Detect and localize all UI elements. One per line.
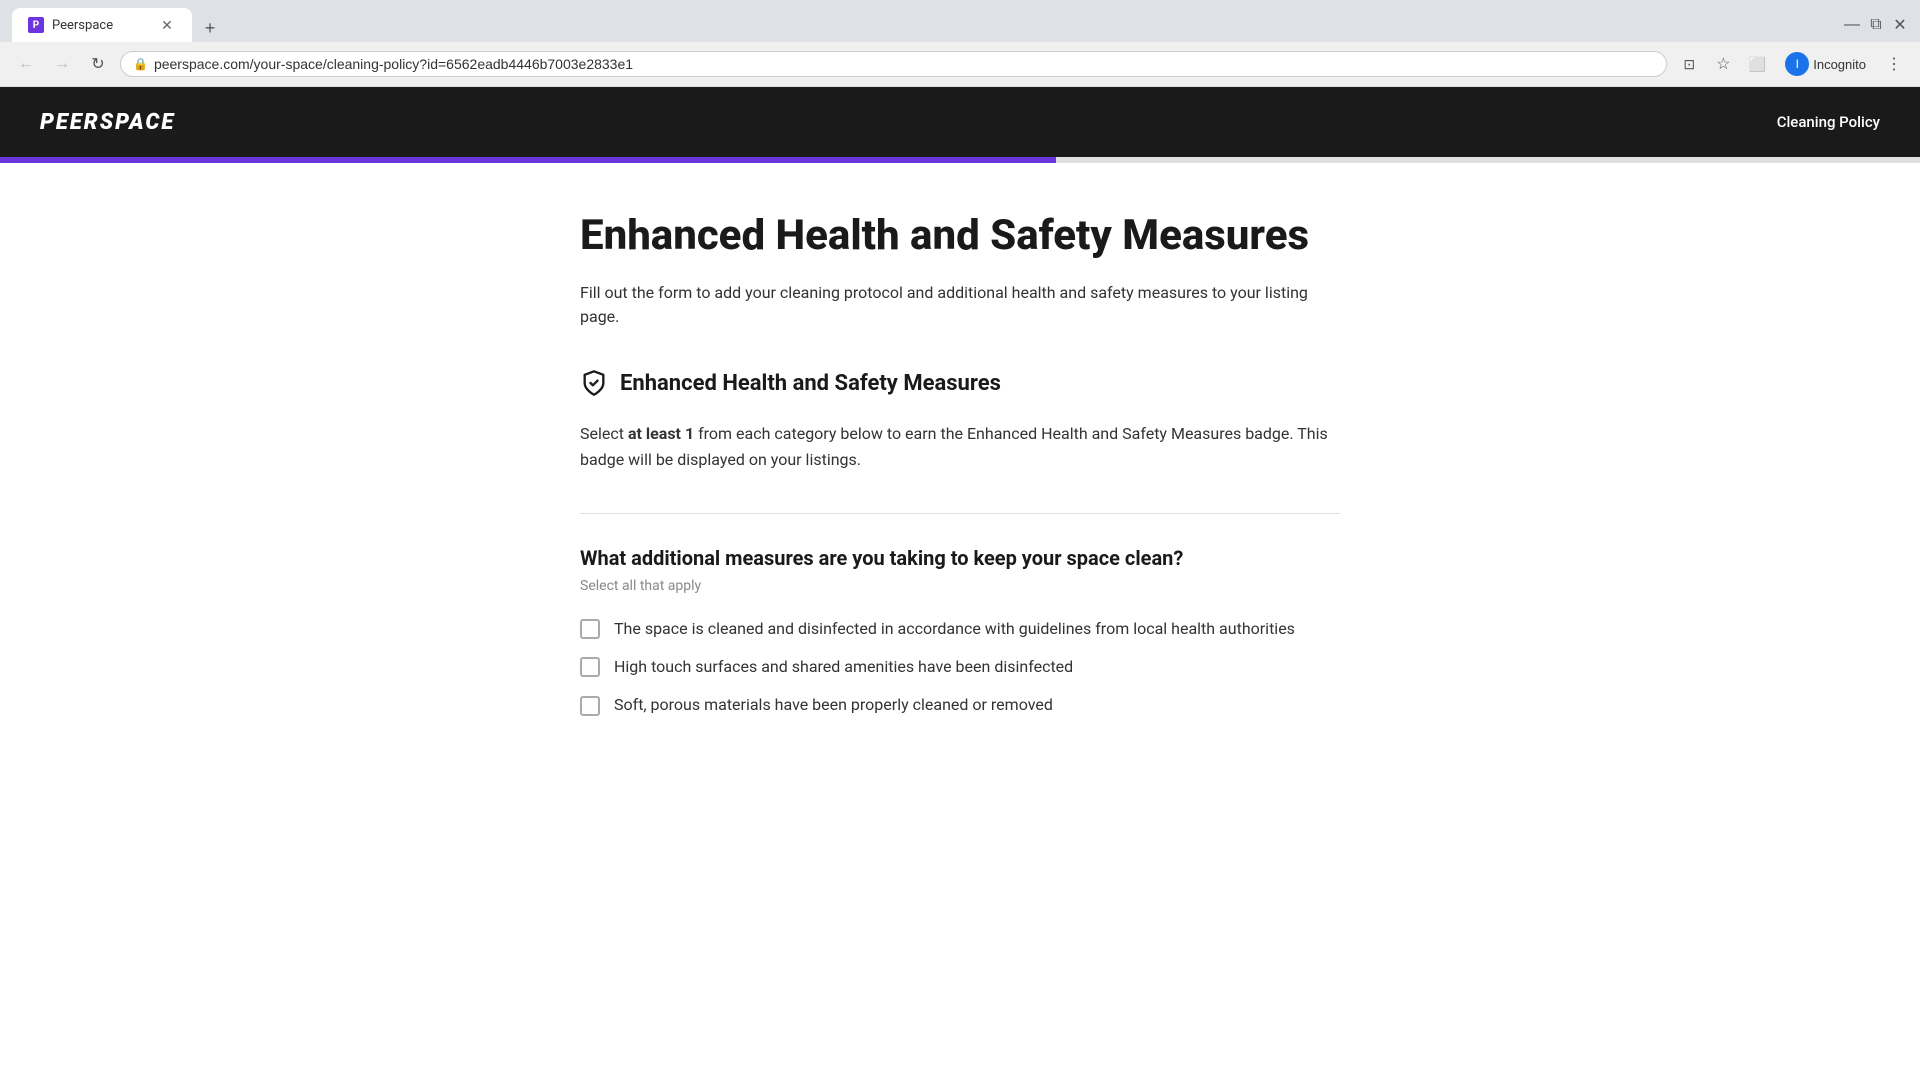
profile-icon: I — [1785, 52, 1809, 76]
checkbox-item-1[interactable]: The space is cleaned and disinfected in … — [580, 618, 1340, 640]
page-title: Enhanced Health and Safety Measures — [580, 211, 1340, 261]
section-divider — [580, 513, 1340, 514]
section-description: Select at least 1 from each category bel… — [580, 421, 1340, 472]
section-desc-bold: at least 1 — [628, 424, 694, 443]
question-title: What additional measures are you taking … — [580, 546, 1340, 570]
section-desc-before: Select — [580, 424, 628, 443]
profile-button[interactable]: I Incognito — [1777, 48, 1874, 80]
checkbox-item-2[interactable]: High touch surfaces and shared amenities… — [580, 656, 1340, 678]
app-header: PEERSPACE Cleaning Policy — [0, 87, 1920, 157]
additional-measures-section: What additional measures are you taking … — [580, 546, 1340, 717]
profile-label: Incognito — [1813, 57, 1866, 72]
extension-button[interactable]: ⬜ — [1743, 50, 1771, 78]
toolbar-icons: ⊡ ☆ ⬜ I Incognito ⋮ — [1675, 48, 1908, 80]
select-hint: Select all that apply — [580, 578, 1340, 594]
checkbox-visual-3[interactable] — [580, 696, 600, 716]
shield-icon — [580, 369, 608, 397]
section-title: Enhanced Health and Safety Measures — [620, 371, 1001, 396]
address-bar[interactable]: 🔒 — [120, 51, 1667, 77]
checkbox-visual-2[interactable] — [580, 657, 600, 677]
page-description: Fill out the form to add your cleaning p… — [580, 281, 1340, 329]
browser-chrome: P Peerspace ✕ + — ⧉ ✕ ← → ↻ 🔒 ⊡ ☆ ⬜ I In… — [0, 0, 1920, 87]
menu-button[interactable]: ⋮ — [1880, 50, 1908, 78]
checkbox-label-3: Soft, porous materials have been properl… — [614, 694, 1053, 716]
forward-button[interactable]: → — [48, 50, 76, 78]
bookmark-button[interactable]: ☆ — [1709, 50, 1737, 78]
peerspace-logo: PEERSPACE — [40, 110, 175, 135]
security-icon: 🔒 — [133, 57, 148, 71]
tab-title: Peerspace — [52, 18, 150, 33]
checkbox-list: The space is cleaned and disinfected in … — [580, 618, 1340, 717]
checkbox-visual-1[interactable] — [580, 619, 600, 639]
url-input[interactable] — [154, 56, 1654, 72]
title-bar: P Peerspace ✕ + — ⧉ ✕ — [0, 0, 1920, 42]
window-controls: — ⧉ ✕ — [1844, 17, 1908, 33]
cleaning-policy-nav-item[interactable]: Cleaning Policy — [1777, 113, 1880, 131]
reload-button[interactable]: ↻ — [84, 50, 112, 78]
main-content: Enhanced Health and Safety Measures Fill… — [460, 163, 1460, 777]
checkbox-item-3[interactable]: Soft, porous materials have been properl… — [580, 694, 1340, 716]
minimize-button[interactable]: — — [1844, 17, 1860, 33]
maximize-button[interactable]: ⧉ — [1868, 17, 1884, 33]
tab-favicon: P — [28, 17, 44, 33]
checkbox-label-1: The space is cleaned and disinfected in … — [614, 618, 1295, 640]
section-header: Enhanced Health and Safety Measures — [580, 369, 1340, 397]
back-button[interactable]: ← — [12, 50, 40, 78]
new-tab-button[interactable]: + — [196, 14, 224, 42]
close-window-button[interactable]: ✕ — [1892, 17, 1908, 33]
app: PEERSPACE Cleaning Policy Enhanced Healt… — [0, 87, 1920, 777]
cast-button[interactable]: ⊡ — [1675, 50, 1703, 78]
active-tab[interactable]: P Peerspace ✕ — [12, 8, 192, 42]
checkbox-label-2: High touch surfaces and shared amenities… — [614, 656, 1073, 678]
browser-toolbar: ← → ↻ 🔒 ⊡ ☆ ⬜ I Incognito ⋮ — [0, 42, 1920, 86]
header-nav: Cleaning Policy — [1777, 113, 1880, 131]
tab-close-button[interactable]: ✕ — [158, 16, 176, 34]
